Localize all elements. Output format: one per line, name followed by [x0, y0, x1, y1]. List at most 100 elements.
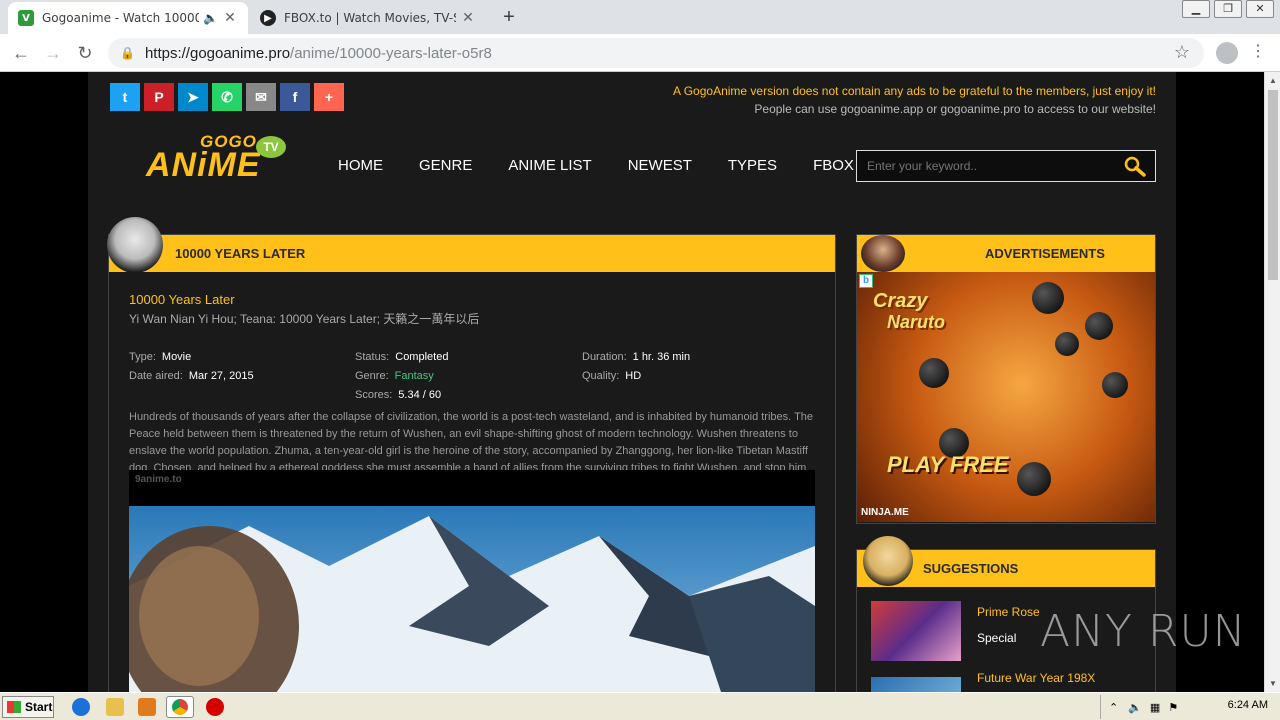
anime-title: 10000 Years Later [129, 292, 235, 307]
tab-fbox[interactable]: ▶ FBOX.to | Watch Movies, TV-Shows ✕ [250, 2, 486, 34]
suggestion-thumbnail[interactable] [871, 601, 961, 661]
notice-domains: People can use gogoanime.app or gogoanim… [754, 102, 1156, 116]
page-viewport: t P ➤ ✆ ✉ f + A GogoAnime version does n… [0, 72, 1264, 692]
scroll-thumb[interactable] [1268, 90, 1278, 280]
ad-orb [1032, 282, 1064, 314]
menu-fbox[interactable]: FBOX [813, 157, 854, 174]
suggestions-header-bar: SUGGESTIONS [857, 536, 1155, 587]
site-logo[interactable]: GOGO ANiME TV [144, 130, 294, 190]
anyrun-watermark: ANY RUN [1040, 606, 1247, 657]
anime-meta: Type: Movie Date aired: Mar 27, 2015 Statu… [129, 343, 815, 403]
gogoanime-favicon-icon: V [18, 10, 34, 26]
suggestion-thumbnail[interactable] [871, 677, 961, 692]
duration-value: 1 hr. 36 min [632, 351, 691, 363]
player-watermark: 9anime.to [135, 474, 182, 485]
stop-icon[interactable] [206, 698, 224, 716]
genre-link[interactable]: Fantasy [395, 370, 434, 382]
logo-tv: TV [256, 136, 286, 158]
suggestion-name[interactable]: Future War Year 198X [977, 671, 1095, 685]
ads-title: ADVERTISEMENTS [985, 246, 1105, 261]
menu-newest[interactable]: NEWEST [628, 157, 692, 174]
type-value: Movie [161, 351, 192, 363]
minimize-button[interactable]: ▁ [1182, 0, 1210, 18]
video-frame [129, 506, 815, 692]
forward-button[interactable]: → [42, 42, 64, 64]
video-player[interactable]: 9anime.to [129, 470, 815, 692]
network-icon[interactable]: ▦ [1150, 701, 1160, 714]
restore-button[interactable]: ❐ [1214, 0, 1242, 18]
fbox-favicon-icon: ▶ [260, 10, 276, 26]
search-input[interactable] [867, 159, 1117, 173]
notice-ads: A GogoAnime version does not contain any… [673, 84, 1156, 98]
genre-label: Genre: [355, 370, 389, 382]
chrome-icon [172, 699, 188, 715]
character-avatar [861, 235, 905, 272]
menu-genre[interactable]: GENRE [419, 157, 472, 174]
pinterest-icon[interactable]: P [144, 83, 174, 111]
flag-icon[interactable]: ⚑ [1168, 701, 1178, 714]
address-bar[interactable]: 🔒 https://gogoanime.pro/anime/10000-year… [108, 38, 1204, 68]
ad-orb [1085, 312, 1113, 340]
character-avatar [863, 536, 913, 586]
scroll-up-icon[interactable]: ▲ [1269, 76, 1277, 85]
url-path: /anime/10000-years-later-o5r8 [290, 44, 492, 62]
suggestion-item[interactable]: Future War Year 198X [857, 663, 1155, 692]
suggestion-type: Special [977, 631, 1017, 645]
facebook-icon[interactable]: f [280, 83, 310, 111]
suggestion-name[interactable]: Prime Rose [977, 605, 1040, 619]
taskbar-clock: 6:24 AM [1227, 699, 1268, 711]
suggestions-title: SUGGESTIONS [923, 561, 1019, 576]
menu-anime-list[interactable]: ANIME LIST [508, 157, 591, 174]
menu-kebab-icon[interactable]: ⋮ [1250, 41, 1266, 61]
speaker-icon[interactable]: 🔈 [203, 11, 218, 25]
ad-orb [1055, 332, 1079, 356]
volume-icon[interactable]: 🔈 [1128, 701, 1142, 714]
bookmark-star-icon[interactable]: ☆ [1174, 42, 1190, 63]
ad-text-naruto: Naruto [887, 312, 945, 332]
close-window-button[interactable]: ✕ [1246, 0, 1274, 18]
whatsapp-icon[interactable]: ✆ [212, 83, 242, 111]
anime-header-title: 10000 YEARS LATER [175, 246, 306, 261]
ads-panel: ADVERTISEMENTS b Crazy Naruto PLAY FREE … [856, 234, 1156, 524]
search-box [856, 150, 1156, 182]
main-menu: HOME GENRE ANIME LIST NEWEST TYPES FBOX [338, 157, 890, 174]
explorer-icon[interactable] [106, 698, 124, 716]
profile-avatar[interactable] [1216, 42, 1238, 64]
page-scrollbar[interactable]: ▲ ▼ [1264, 72, 1280, 692]
telegram-icon[interactable]: ➤ [178, 83, 208, 111]
media-player-icon[interactable] [138, 698, 156, 716]
ad-orb [1017, 462, 1051, 496]
windows-flag-icon [7, 701, 21, 713]
window-controls: ▁ ❐ ✕ [1178, 0, 1274, 18]
type-label: Type: [129, 351, 156, 363]
tab-gogoanime[interactable]: V Gogoanime - Watch 10000 Years Later 🔈 … [8, 2, 248, 34]
ad-play-free: PLAY FREE [887, 452, 1009, 477]
scroll-down-icon[interactable]: ▼ [1269, 679, 1277, 688]
start-button[interactable]: Start [2, 696, 54, 718]
scores-value: 5.34 / 60 [398, 389, 442, 401]
share-buttons: t P ➤ ✆ ✉ f + [110, 83, 348, 111]
new-tab-button[interactable]: + [498, 6, 520, 28]
close-tab-icon[interactable]: ✕ [222, 10, 238, 26]
chrome-taskbar-button[interactable] [166, 696, 194, 718]
quality-value: HD [625, 370, 642, 382]
windows-taskbar: Start ⌃ 🔈 ▦ ⚑ 6:24 AM [0, 692, 1280, 720]
ad-text-crazy: Crazy [873, 290, 928, 312]
ad-orb [919, 358, 949, 388]
more-share-icon[interactable]: + [314, 83, 344, 111]
ad-banner[interactable]: b Crazy Naruto PLAY FREE NINJA.ME [857, 272, 1155, 522]
anime-header-bar: 10000 YEARS LATER [107, 217, 835, 273]
reload-button[interactable]: ↻ [74, 42, 96, 64]
logo-anime: ANiME [146, 146, 261, 184]
close-tab-icon[interactable]: ✕ [460, 10, 476, 26]
twitter-icon[interactable]: t [110, 83, 140, 111]
email-icon[interactable]: ✉ [246, 83, 276, 111]
menu-home[interactable]: HOME [338, 157, 383, 174]
ie-icon[interactable] [72, 698, 90, 716]
back-button[interactable]: ← [10, 42, 32, 64]
ad-orb [1102, 372, 1128, 398]
ad-badge-icon[interactable]: b [859, 274, 873, 288]
tray-expand-icon[interactable]: ⌃ [1109, 701, 1118, 714]
menu-types[interactable]: TYPES [728, 157, 777, 174]
search-icon[interactable] [1123, 156, 1147, 178]
